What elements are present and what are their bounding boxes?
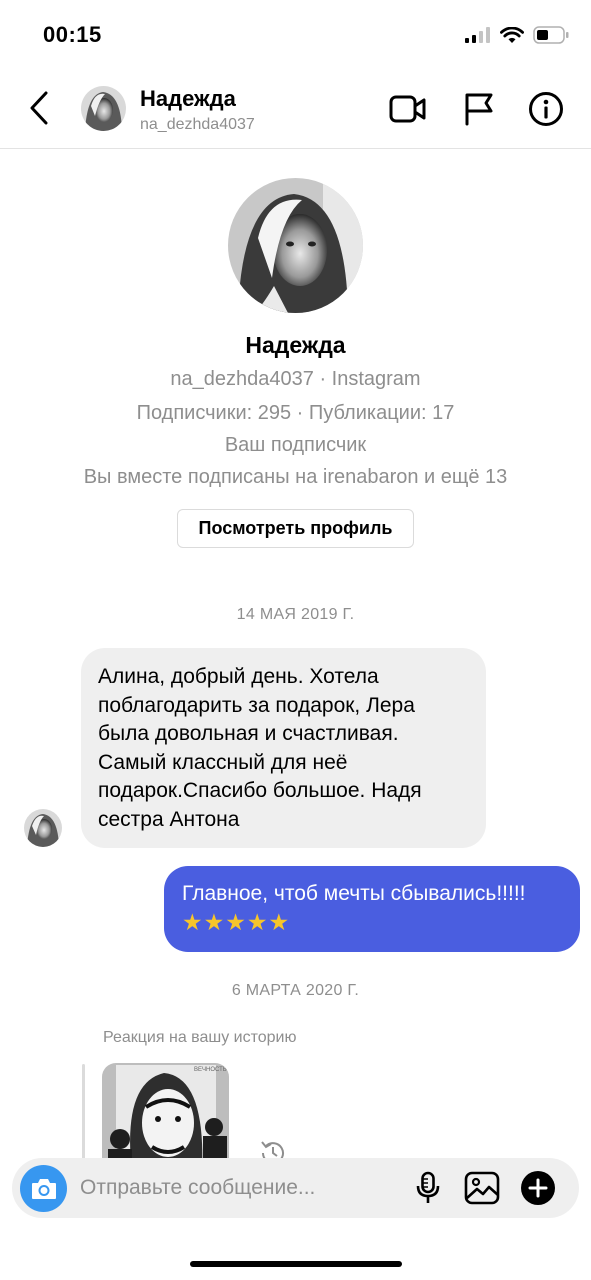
avatar-image — [81, 86, 126, 131]
status-icons — [465, 24, 569, 46]
chat-header: Надежда na_dezhda4037 — [0, 70, 591, 149]
info-button[interactable] — [526, 89, 566, 129]
outgoing-message-text: Главное, чтоб мечты сбывались!!!!! — [182, 882, 526, 905]
profile-username-line: na_dezhda4037 · Instagram — [170, 368, 421, 390]
flag-icon — [465, 93, 493, 126]
sender-avatar[interactable] — [24, 809, 62, 847]
camera-icon — [31, 1178, 56, 1199]
battery-icon — [533, 26, 569, 44]
camera-button[interactable] — [20, 1165, 67, 1212]
info-icon — [529, 92, 563, 126]
mutual-followers: Вы вместе подписаны на irenabaron и ещё … — [83, 466, 508, 488]
status-time: 00:15 — [43, 22, 102, 47]
view-profile-button[interactable]: Посмотреть профиль — [177, 509, 414, 548]
profile-stats: Подписчики: 295 · Публикации: 17 — [136, 402, 455, 424]
video-call-icon — [389, 95, 426, 123]
cellular-signal-icon — [465, 27, 490, 43]
gallery-button[interactable] — [463, 1169, 501, 1207]
story-thumb-caption: ВЕЧНОСТЬ — [194, 1067, 227, 1073]
header-avatar[interactable] — [81, 86, 126, 131]
video-call-button[interactable] — [388, 89, 428, 129]
back-chevron-icon — [30, 91, 48, 125]
more-actions-button[interactable] — [519, 1169, 557, 1207]
incoming-message[interactable]: Алина, добрый день. Хотела поблагодарить… — [81, 648, 486, 848]
profile-name: Надежда — [245, 332, 346, 358]
message-input[interactable] — [80, 1168, 380, 1208]
story-thumbnail[interactable]: ВЕЧНОСТЬ — [102, 1063, 229, 1173]
back-button[interactable] — [24, 88, 54, 128]
report-button[interactable] — [459, 89, 499, 129]
home-indicator[interactable] — [190, 1261, 402, 1267]
header-name[interactable]: Надежда — [140, 86, 236, 112]
date-divider: 14 МАЯ 2019 Г. — [236, 606, 355, 623]
voice-message-button[interactable] — [409, 1169, 447, 1207]
story-reaction-label: Реакция на вашу историю — [103, 1029, 297, 1046]
header-username[interactable]: na_dezhda4037 — [140, 116, 255, 134]
wifi-icon — [500, 26, 524, 43]
story-image: ВЕЧНОСТЬ — [102, 1063, 229, 1173]
message-composer — [12, 1158, 579, 1218]
status-bar: 00:15 — [0, 0, 591, 70]
outgoing-message[interactable]: Главное, чтоб мечты сбывались!!!!! ★★★★★ — [164, 866, 580, 952]
profile-photo — [228, 178, 363, 313]
gallery-icon — [464, 1171, 500, 1205]
profile-avatar[interactable] — [228, 178, 363, 313]
microphone-icon — [416, 1171, 440, 1203]
follow-status: Ваш подписчик — [224, 434, 367, 456]
star-emojis: ★★★★★ — [182, 909, 291, 935]
avatar-image — [24, 809, 62, 847]
date-divider: 6 МАРТА 2020 Г. — [231, 982, 360, 999]
add-icon — [521, 1171, 555, 1205]
reply-indicator-bar — [82, 1064, 85, 1160]
